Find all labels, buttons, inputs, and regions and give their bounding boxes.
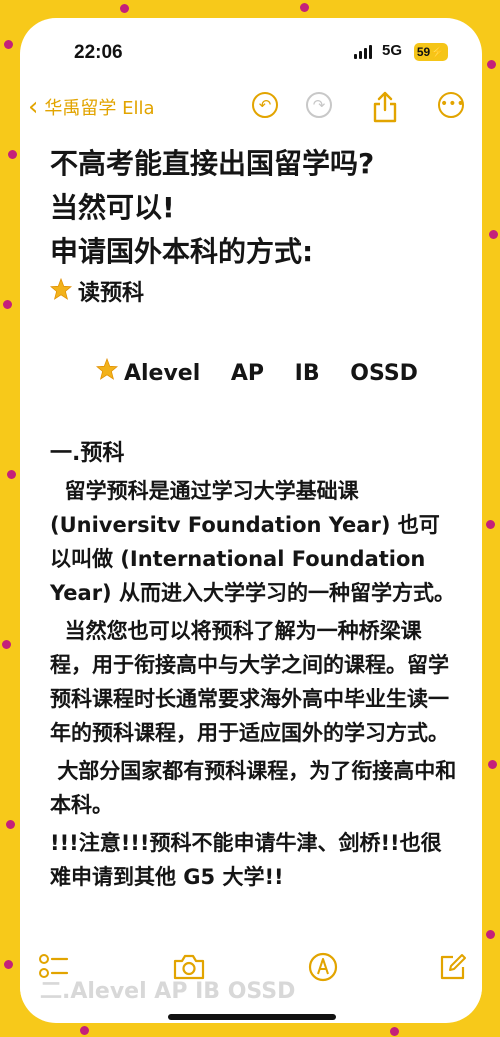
- star-icon: [49, 274, 74, 314]
- frame-dot: [488, 760, 497, 769]
- network-type: 5G: [382, 42, 403, 59]
- signal-icon: [354, 45, 372, 59]
- frame-dot: [390, 1027, 399, 1036]
- paragraph: 大部分国家都有预科课程，为了衔接高中和本科。: [50, 759, 457, 817]
- battery-icon: 59⚡: [414, 43, 448, 61]
- note-title-line: 申请国外本科的方式:: [50, 235, 314, 268]
- share-icon[interactable]: [370, 90, 400, 124]
- frame-dot: [4, 960, 13, 969]
- frame-dot: [6, 820, 15, 829]
- more-icon[interactable]: •••: [438, 92, 465, 118]
- undo-icon[interactable]: ↶: [252, 92, 278, 118]
- phone-screen: 22:06 5G 59⚡ ‹ 华禹留学 Ella ↶ ↷ ••• 不高考能直接出…: [20, 18, 482, 1023]
- frame-dot: [486, 520, 495, 529]
- frame-dot: [486, 930, 495, 939]
- chevron-left-icon: ‹: [28, 92, 39, 122]
- note-content[interactable]: 不高考能直接出国留学吗? 当然可以! 申请国外本科的方式: 读预科 Alevel…: [49, 142, 460, 894]
- next-section-peek: 二.Alevel AP IB OSSD: [40, 979, 296, 1004]
- camera-icon[interactable]: [172, 952, 206, 982]
- note-title-line: 不高考能直接出国留学吗?: [50, 147, 375, 180]
- redo-icon[interactable]: ↷: [306, 92, 332, 118]
- bullet-text: 读预科: [78, 281, 145, 306]
- frame-dot: [8, 150, 17, 159]
- frame-dot: [489, 230, 498, 239]
- star-icon: [95, 354, 120, 394]
- frame-dot: [7, 470, 16, 479]
- note-title-line: 当然可以!: [50, 191, 175, 224]
- back-label: 华禹留学 Ella: [44, 98, 155, 119]
- frame-dot: [80, 1026, 89, 1035]
- bullet-item: 读预科: [49, 274, 460, 314]
- frame-dot: [300, 3, 309, 12]
- frame-dot: [120, 4, 129, 13]
- frame-dot: [3, 300, 12, 309]
- warning-paragraph: !!!注意!!!预科不能申请牛津、剑桥!!也很难申请到其他 G5 大学!!: [50, 831, 442, 889]
- status-bar: 22:06 5G 59⚡: [20, 18, 482, 80]
- status-time: 22:06: [74, 42, 123, 63]
- bullet-text: Alevel AP IB OSSD: [123, 361, 418, 386]
- home-indicator[interactable]: [168, 1014, 336, 1020]
- markup-pen-icon[interactable]: [308, 952, 338, 982]
- frame-dot: [4, 40, 13, 49]
- nav-bar: ‹ 华禹留学 Ella ↶ ↷ •••: [20, 90, 482, 130]
- battery-level: 59: [416, 45, 431, 59]
- section-heading: 一.预科: [50, 441, 125, 466]
- compose-icon[interactable]: [438, 952, 468, 982]
- back-button[interactable]: ‹ 华禹留学 Ella: [28, 94, 155, 120]
- paragraph: 当然您也可以将预科了解为一种桥梁课程，用于衔接高中与大学之间的课程。留学预科课程…: [50, 619, 449, 745]
- frame-dot: [487, 60, 496, 69]
- paragraph: 留学预科是通过学习大学基础课 (Universitv Foundation Ye…: [50, 479, 455, 605]
- frame-dot: [2, 640, 11, 649]
- checklist-icon[interactable]: [38, 952, 70, 982]
- bullet-item: Alevel AP IB OSSD: [50, 314, 460, 434]
